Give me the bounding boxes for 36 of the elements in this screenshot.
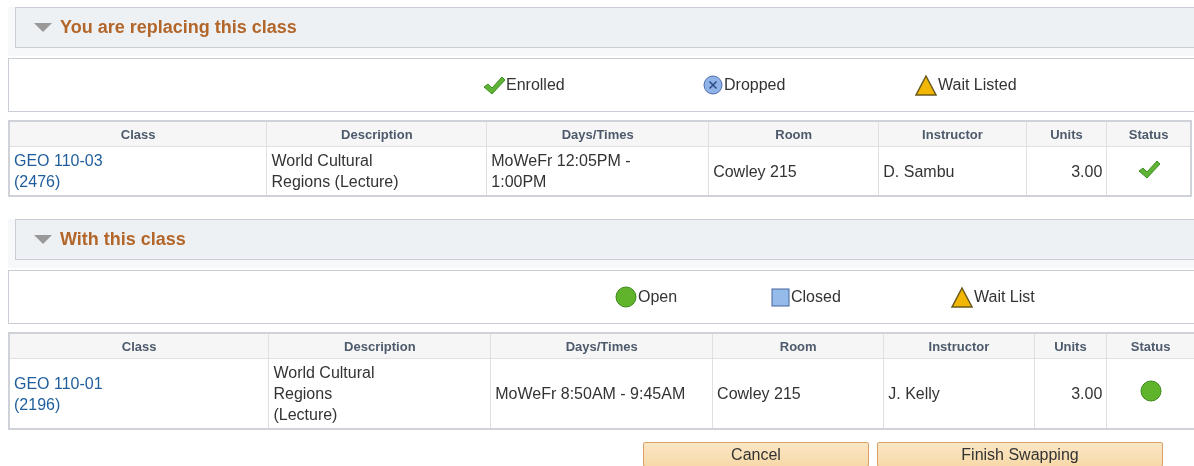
column-header: Description: [268, 333, 491, 359]
cancel-button[interactable]: Cancel: [643, 442, 869, 466]
circle-icon: [1139, 380, 1162, 402]
legend-label: Wait Listed: [938, 76, 1017, 94]
circle-icon: [615, 286, 637, 308]
column-header: Instructor: [878, 121, 1027, 147]
x-circle-icon: [703, 75, 723, 95]
checkmark-icon: [483, 75, 505, 95]
column-header: Instructor: [883, 333, 1035, 359]
legend-label: Dropped: [724, 76, 786, 94]
legend-label: Wait List: [974, 288, 1035, 306]
warning-triangle-icon: [915, 74, 937, 96]
column-header: Room: [712, 333, 884, 359]
legend-label: Closed: [791, 288, 841, 306]
column-header: Status: [1106, 333, 1194, 359]
checkmark-icon: [1137, 158, 1160, 179]
class-link[interactable]: GEO 110-01 (2196): [14, 372, 265, 415]
legend-label: Enrolled: [506, 76, 565, 94]
column-header: Units: [1034, 333, 1107, 359]
column-header: Days/Times: [486, 121, 709, 147]
section-title: You are replacing this class: [60, 17, 297, 38]
column-header: Status: [1106, 121, 1191, 147]
legend-label: Open: [638, 288, 678, 306]
column-header: Class: [9, 333, 269, 359]
finish-button[interactable]: Finish Swapping: [877, 442, 1163, 466]
square-icon: [771, 287, 790, 307]
column-header: Description: [266, 121, 487, 147]
class-link[interactable]: GEO 110-03 (2476): [14, 150, 263, 192]
column-header: Units: [1026, 121, 1107, 147]
collapse-triangle-icon[interactable]: [34, 234, 52, 245]
column-header: Days/Times: [490, 333, 713, 359]
column-header: Class: [9, 121, 267, 147]
section-title: With this class: [60, 229, 186, 250]
collapse-triangle-icon[interactable]: [34, 22, 52, 33]
warning-triangle-icon: [951, 286, 973, 308]
column-header: Room: [708, 121, 879, 147]
